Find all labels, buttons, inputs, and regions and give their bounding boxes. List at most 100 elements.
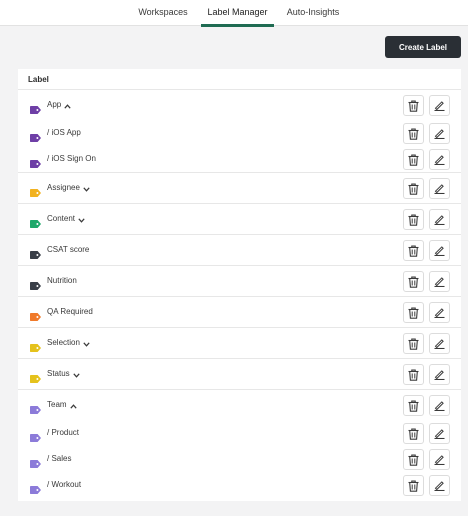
chevron-up-icon[interactable] [69,402,77,409]
trash-icon [408,454,419,466]
trash-icon [408,154,419,166]
pencil-icon [434,338,445,349]
delete-label-button[interactable] [403,302,424,323]
label-row: Selection [18,327,461,358]
edit-label-button[interactable] [429,449,450,470]
column-header-label: Label [28,75,49,84]
trash-icon [408,400,419,412]
edit-label-button[interactable] [429,395,450,416]
edit-label-button[interactable] [429,475,450,496]
label-name: Content [47,214,85,224]
label-name: Team [47,400,77,410]
pencil-icon [434,480,445,491]
delete-label-button[interactable] [403,95,424,116]
label-name: Nutrition [47,276,77,285]
tab-auto-insights[interactable]: Auto-Insights [279,0,347,26]
pencil-icon [434,276,445,287]
pencil-icon [434,183,445,194]
label-row: Content [18,203,461,234]
label-name: Selection [47,338,90,348]
chevron-down-icon[interactable] [73,371,80,379]
edit-label-button[interactable] [429,178,450,199]
pencil-icon [434,454,445,465]
label-name: App [47,100,71,110]
label-name: / iOS App [47,128,81,137]
pencil-icon [434,307,445,318]
tab-workspaces[interactable]: Workspaces [134,0,192,26]
label-row: CSAT score [18,234,461,265]
edit-label-button[interactable] [429,149,450,170]
pencil-icon [434,400,445,411]
pencil-icon [434,245,445,256]
edit-label-button[interactable] [429,271,450,292]
label-row: Status [18,358,461,389]
pencil-icon [434,214,445,225]
top-navigation: Workspaces Label Manager Auto-Insights [0,0,468,27]
delete-label-button[interactable] [403,449,424,470]
delete-label-button[interactable] [403,395,424,416]
trash-icon [408,307,419,319]
label-row: Assignee [18,172,461,203]
label-row: / Product [18,420,461,446]
create-label-button[interactable]: Create Label [385,36,461,58]
tag-icon [30,308,41,321]
label-name: / Workout [47,480,82,489]
tag-icon [30,129,41,142]
label-row: Nutrition [18,265,461,296]
delete-label-button[interactable] [403,123,424,144]
trash-icon [408,128,419,140]
chevron-down-icon[interactable] [83,185,90,193]
trash-icon [408,214,419,226]
chevron-down-icon[interactable] [83,340,90,348]
edit-label-button[interactable] [429,302,450,323]
label-name: / iOS Sign On [47,154,96,163]
edit-label-button[interactable] [429,240,450,261]
delete-label-button[interactable] [403,333,424,354]
trash-icon [408,183,419,195]
trash-icon [408,276,419,288]
edit-label-button[interactable] [429,333,450,354]
label-name: / Sales [47,454,72,463]
trash-icon [408,245,419,257]
label-list: App / iOS App / iOS Sign On Assignee Content… [18,89,461,498]
pencil-icon [434,369,445,380]
edit-label-button[interactable] [429,209,450,230]
delete-label-button[interactable] [403,149,424,170]
trash-icon [408,100,419,112]
pencil-icon [434,128,445,139]
edit-label-button[interactable] [429,123,450,144]
tag-icon [30,155,41,168]
label-name: Assignee [47,183,90,193]
trash-icon [408,338,419,350]
delete-label-button[interactable] [403,271,424,292]
tag-icon [30,401,41,414]
label-name: Status [47,369,80,379]
chevron-down-icon[interactable] [78,216,85,224]
pencil-icon [434,100,445,111]
delete-label-button[interactable] [403,209,424,230]
label-row: / Sales [18,446,461,472]
chevron-up-icon[interactable] [64,102,71,109]
label-row: QA Required [18,296,461,327]
tag-icon [30,455,41,468]
label-name: QA Required [47,307,93,316]
delete-label-button[interactable] [403,240,424,261]
tag-icon [30,370,41,383]
label-row: App [18,89,461,120]
edit-label-button[interactable] [429,95,450,116]
edit-label-button[interactable] [429,364,450,385]
label-row: / iOS Sign On [18,146,461,172]
delete-label-button[interactable] [403,475,424,496]
label-row: / iOS App [18,120,461,146]
label-name: CSAT score [47,245,90,254]
tag-icon [30,339,41,352]
delete-label-button[interactable] [403,423,424,444]
tab-label-manager[interactable]: Label Manager [201,0,274,27]
label-row: / Workout [18,472,461,498]
label-table: Label App / iOS App / iOS Sign On Assignee C… [18,69,461,501]
delete-label-button[interactable] [403,364,424,385]
delete-label-button[interactable] [403,178,424,199]
edit-label-button[interactable] [429,423,450,444]
tag-icon [30,184,41,197]
label-name: / Product [47,428,80,437]
